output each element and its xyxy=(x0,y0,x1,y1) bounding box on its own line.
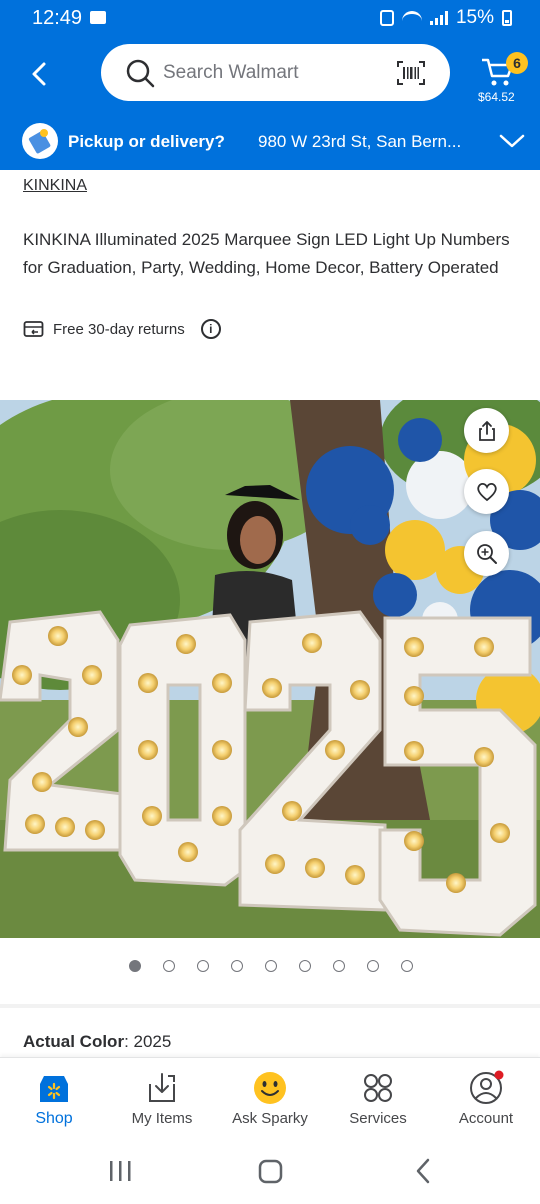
pickup-address: 980 W 23rd St, San Bern... xyxy=(258,132,462,151)
actual-color-value: 2025 xyxy=(133,1032,172,1051)
carousel-indicator xyxy=(0,960,540,974)
actual-color-row: Actual Color: 2025 xyxy=(23,1032,172,1051)
nav-account[interactable]: Account xyxy=(432,1058,540,1140)
battery-percent: 15% xyxy=(455,7,494,28)
account-icon xyxy=(470,1070,504,1104)
carousel-dot[interactable] xyxy=(197,960,209,972)
nav-shop[interactable]: Shop xyxy=(0,1058,108,1140)
system-back-icon[interactable] xyxy=(416,1158,430,1184)
chevron-left-icon xyxy=(32,62,46,86)
carousel-dot[interactable] xyxy=(299,960,311,972)
status-bar: 12:49 15% xyxy=(0,0,540,36)
carousel-dot[interactable] xyxy=(231,960,243,972)
returns-box-icon xyxy=(23,321,44,337)
share-icon xyxy=(478,420,495,441)
cart-button[interactable]: 6 $64.52 xyxy=(476,50,528,110)
nav-services[interactable]: Services xyxy=(324,1058,432,1140)
cart-count-badge: 6 xyxy=(506,52,528,74)
cart-total: $64.52 xyxy=(478,90,515,104)
returns-row: Free 30-day returns i xyxy=(23,318,221,340)
section-divider xyxy=(0,1004,540,1008)
zoom-button[interactable] xyxy=(464,531,509,576)
folder-icon xyxy=(90,11,106,24)
back-button[interactable] xyxy=(22,56,58,92)
carousel-dot[interactable] xyxy=(265,960,277,972)
pickup-label: Pickup or delivery? xyxy=(68,132,225,151)
nav-services-label: Services xyxy=(349,1110,407,1127)
info-icon[interactable]: i xyxy=(200,319,221,339)
chevron-down-icon xyxy=(499,134,525,148)
nav-my-items[interactable]: My Items xyxy=(108,1058,216,1140)
search-icon xyxy=(126,59,155,88)
carousel-dot[interactable] xyxy=(401,960,413,972)
search-input[interactable]: Search Walmart xyxy=(163,62,299,84)
nav-ask-sparky-label: Ask Sparky xyxy=(232,1110,308,1127)
zoom-in-icon xyxy=(476,543,497,564)
nav-ask-sparky[interactable]: Ask Sparky xyxy=(216,1058,324,1140)
barcode-scan-icon[interactable] xyxy=(396,60,426,86)
signal-icon xyxy=(429,11,448,25)
brand-link[interactable]: KINKINA xyxy=(23,177,87,195)
heart-icon xyxy=(476,482,497,501)
sparky-face-icon xyxy=(254,1072,286,1104)
status-right: 15% xyxy=(379,7,512,29)
battery-icon xyxy=(502,10,512,26)
status-time: 12:49 xyxy=(32,7,83,29)
home-icon[interactable] xyxy=(258,1159,283,1184)
spark-store-icon xyxy=(40,1076,68,1102)
recent-apps-icon[interactable] xyxy=(110,1161,131,1181)
wifi-icon xyxy=(401,11,422,25)
my-items-icon xyxy=(149,1073,175,1102)
carousel-dot[interactable] xyxy=(129,960,141,972)
carousel-dot[interactable] xyxy=(333,960,345,972)
pickup-delivery-bar[interactable]: Pickup or delivery? 980 W 23rd St, San B… xyxy=(0,118,540,166)
nav-shop-label: Shop xyxy=(35,1110,73,1127)
nav-account-label: Account xyxy=(458,1110,514,1127)
favorite-button[interactable] xyxy=(464,469,509,514)
returns-text: Free 30-day returns xyxy=(53,320,185,338)
nav-my-items-label: My Items xyxy=(131,1110,193,1127)
pickup-logo-icon xyxy=(22,123,58,159)
bottom-nav: Shop My Items Ask Sparky Services Accoun… xyxy=(0,1057,540,1139)
product-image-carousel[interactable] xyxy=(0,400,540,938)
product-photo xyxy=(0,400,540,938)
top-bar: 12:49 15% Search Walmart 6 $64.52 Pickup… xyxy=(0,0,540,170)
carousel-dot[interactable] xyxy=(367,960,379,972)
nfc-icon xyxy=(379,10,394,26)
actual-color-label: Actual Color xyxy=(23,1032,125,1051)
share-button[interactable] xyxy=(464,408,509,453)
system-nav-bar xyxy=(0,1139,540,1204)
search-bar[interactable]: Search Walmart xyxy=(101,44,450,101)
carousel-dot[interactable] xyxy=(163,960,175,972)
product-title: KINKINA Illuminated 2025 Marquee Sign LE… xyxy=(23,230,510,277)
services-grid-icon xyxy=(364,1074,392,1102)
